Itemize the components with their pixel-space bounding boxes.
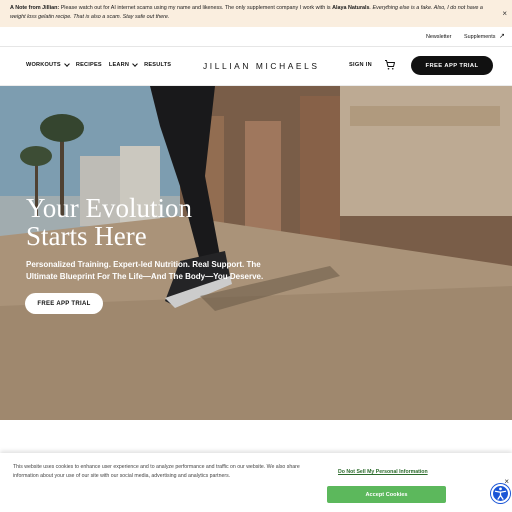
nav-menu: WORKOUTS RECIPES LEARN RESULTS xyxy=(26,61,171,68)
free-app-trial-button[interactable]: FREE APP TRIAL xyxy=(411,56,493,75)
accept-cookies-button[interactable]: Accept Cookies xyxy=(327,486,446,503)
external-link-icon: ↗ xyxy=(499,33,505,40)
accessibility-button[interactable] xyxy=(491,484,510,503)
nav-item-results[interactable]: RESULTS xyxy=(144,62,171,68)
chevron-down-icon xyxy=(64,61,70,67)
hero-section: Your Evolution Starts Here Personalized … xyxy=(0,86,512,420)
nav-item-workouts[interactable]: WORKOUTS xyxy=(26,61,70,68)
nav-item-label: WORKOUTS xyxy=(26,62,61,68)
cookie-banner: This website uses cookies to enhance use… xyxy=(0,453,512,512)
hero-title: Your Evolution Starts Here xyxy=(26,194,192,250)
cart-icon[interactable] xyxy=(384,59,396,71)
utility-bar: Newsletter Supplements ↗ xyxy=(0,27,512,47)
hero-title-line-2: Starts Here xyxy=(26,221,147,251)
supplements-link[interactable]: Supplements xyxy=(464,34,495,40)
cookie-notice-text: This website uses cookies to enhance use… xyxy=(13,464,300,479)
nav-item-label: RESULTS xyxy=(144,62,172,68)
newsletter-link[interactable]: Newsletter xyxy=(426,34,451,40)
announcement-bar: A Note from Jillian: Please watch out fo… xyxy=(0,0,512,27)
announcement-close-icon[interactable]: × xyxy=(502,9,507,18)
chevron-down-icon xyxy=(132,61,138,67)
main-nav: WORKOUTS RECIPES LEARN RESULTS JILLIAN M… xyxy=(0,47,512,86)
section-spacer xyxy=(0,420,512,453)
nav-item-recipes[interactable]: RECIPES xyxy=(76,62,102,68)
site-logo[interactable]: JILLIAN MICHAELS xyxy=(203,61,320,71)
announcement-lead: A Note from Jillian: xyxy=(10,5,60,11)
nav-item-label: RECIPES xyxy=(75,62,102,68)
nav-item-label: LEARN xyxy=(108,62,130,68)
do-not-sell-link[interactable]: Do Not Sell My Personal Information xyxy=(338,469,428,475)
accessibility-icon xyxy=(494,487,507,500)
nav-item-learn[interactable]: LEARN xyxy=(108,61,138,68)
sign-in-link[interactable]: SIGN IN xyxy=(349,62,372,68)
hero-title-line-1: Your Evolution xyxy=(26,193,193,223)
announcement-brand: Alaya Naturals xyxy=(332,5,370,11)
announcement-text: Please watch out for AI internet scams u… xyxy=(59,5,333,11)
hero-background-image xyxy=(0,86,512,420)
hero-free-app-trial-button[interactable]: FREE APP TRIAL xyxy=(25,293,103,314)
hero-subtitle: Personalized Training. Expert-led Nutrit… xyxy=(26,260,264,281)
